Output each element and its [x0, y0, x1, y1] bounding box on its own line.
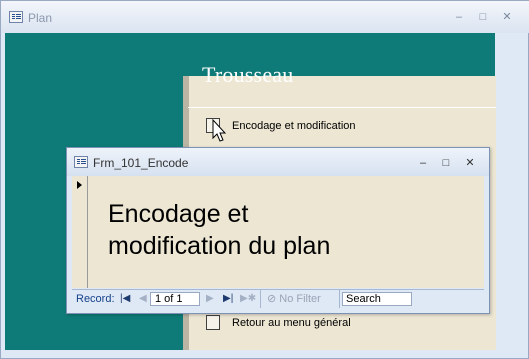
form-title-bar[interactable]: Frm_101_Encode – □ ✕ [67, 148, 489, 176]
search-input[interactable]: Search [342, 292, 412, 306]
close-button[interactable]: ✕ [498, 10, 516, 24]
outer-title-bar[interactable]: Plan – □ ✕ [1, 1, 529, 33]
menu-item-label-encodage[interactable]: Encodage et modification [232, 120, 356, 132]
form-maximize-button[interactable]: □ [437, 156, 455, 170]
record-label: Record: [76, 293, 115, 305]
form-heading: Encodage et modification du plan [108, 198, 468, 262]
form-close-button[interactable]: ✕ [461, 156, 479, 170]
minimize-button[interactable]: – [450, 10, 468, 24]
last-record-icon[interactable]: ▶| [223, 293, 233, 304]
form-window-title: Frm_101_Encode [93, 156, 189, 170]
filter-label: No Filter [279, 293, 321, 305]
next-record-icon[interactable]: ▶ [206, 293, 214, 304]
form-heading-line-1: Encodage et [108, 200, 249, 228]
record-selector[interactable] [72, 176, 88, 288]
current-record-arrow-icon [77, 181, 82, 189]
form-icon[interactable] [74, 156, 88, 168]
maximize-button[interactable]: □ [474, 10, 492, 24]
panel-divider [188, 107, 496, 108]
filter-toggle-button[interactable]: ⊘ No Filter [260, 290, 340, 308]
new-record-icon[interactable]: ▶✱ [240, 293, 256, 304]
panel-title: Trousseau [202, 62, 294, 87]
form-body: Encodage et modification du plan [88, 176, 484, 288]
previous-record-icon[interactable]: ◀ [139, 293, 147, 304]
form-heading-line-2: modification du plan [108, 232, 331, 260]
mouse-cursor-icon [212, 119, 227, 142]
form-minimize-button[interactable]: – [414, 156, 432, 170]
record-navigation-bar: Record: |◀ ◀ 1 of 1 ▶ ▶| ▶✱ ⊘ No Filter … [72, 289, 484, 309]
record-position-field[interactable]: 1 of 1 [150, 292, 200, 306]
menu-item-label-retour[interactable]: Retour au menu général [232, 317, 351, 329]
form-window: Frm_101_Encode – □ ✕ Encodage et modific… [66, 147, 490, 314]
outer-window-title: Plan [28, 11, 53, 25]
first-record-icon[interactable]: |◀ [120, 293, 130, 304]
menu-item-button-retour[interactable] [206, 315, 220, 330]
form-icon[interactable] [9, 11, 23, 23]
filter-icon: ⊘ [267, 293, 277, 305]
